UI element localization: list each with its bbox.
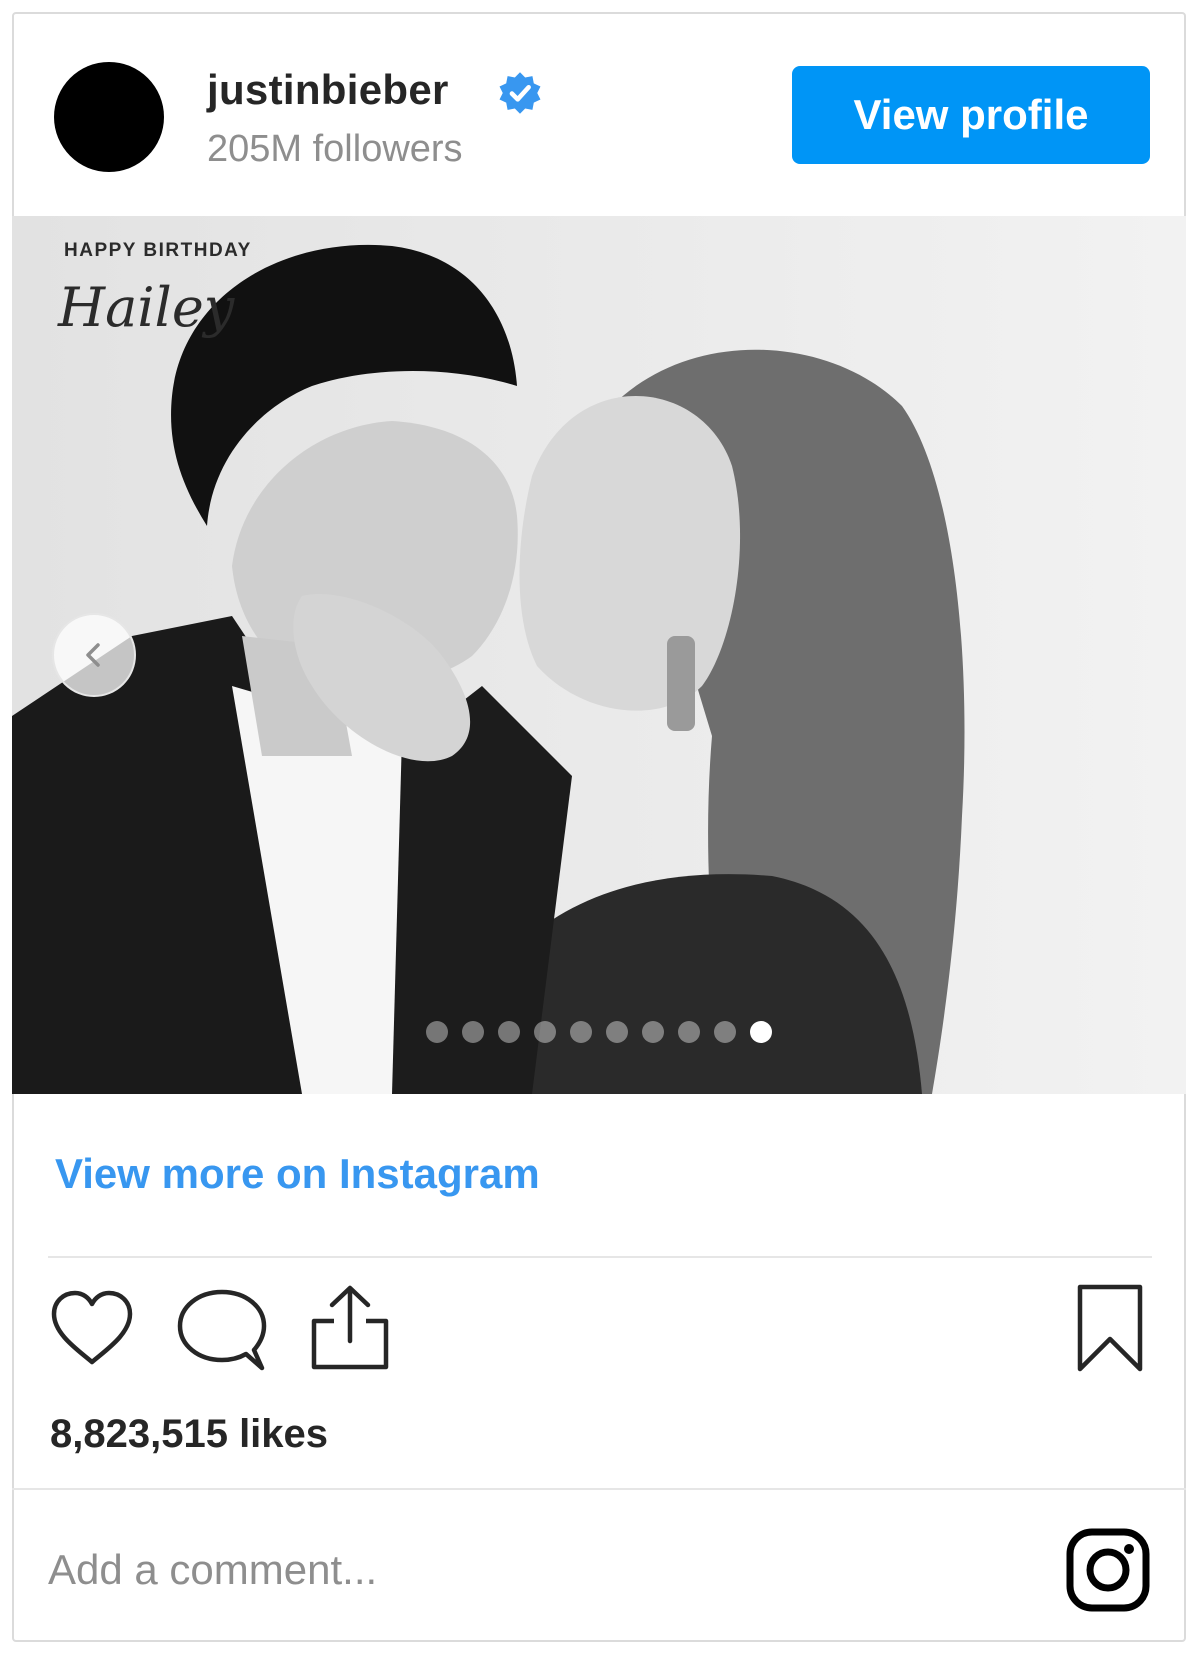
instagram-icon[interactable] bbox=[1066, 1528, 1150, 1612]
photo-overlay-title: HAPPY BIRTHDAY bbox=[64, 240, 252, 261]
carousel-dot bbox=[678, 1021, 700, 1043]
post-photo[interactable]: HAPPY BIRTHDAY Hailey bbox=[12, 216, 1186, 1094]
divider bbox=[12, 1488, 1186, 1490]
carousel-dot bbox=[642, 1021, 664, 1043]
share-icon[interactable] bbox=[308, 1283, 392, 1373]
divider bbox=[48, 1256, 1152, 1258]
carousel-dot bbox=[498, 1021, 520, 1043]
like-count[interactable]: 8,823,515 likes bbox=[50, 1412, 328, 1457]
chevron-left-icon bbox=[86, 643, 100, 667]
bookmark-icon[interactable] bbox=[1074, 1283, 1146, 1375]
comment-icon[interactable] bbox=[176, 1288, 268, 1372]
avatar[interactable] bbox=[54, 62, 164, 172]
username[interactable]: justinbieber bbox=[207, 66, 449, 114]
view-profile-button[interactable]: View profile bbox=[792, 66, 1150, 164]
carousel-dot bbox=[714, 1021, 736, 1043]
carousel-dot bbox=[426, 1021, 448, 1043]
photo-illustration: HAPPY BIRTHDAY Hailey bbox=[12, 216, 1186, 1094]
heart-icon[interactable] bbox=[48, 1288, 136, 1368]
photo-overlay-name: Hailey bbox=[57, 276, 236, 339]
carousel-dot bbox=[750, 1021, 772, 1043]
carousel-dot bbox=[534, 1021, 556, 1043]
follower-count: 205M followers bbox=[207, 128, 463, 170]
comment-input[interactable] bbox=[48, 1540, 948, 1600]
view-more-link[interactable]: View more on Instagram bbox=[55, 1150, 540, 1198]
verified-badge-icon bbox=[499, 72, 541, 114]
carousel-dot bbox=[462, 1021, 484, 1043]
carousel-dot bbox=[570, 1021, 592, 1043]
carousel-dot bbox=[606, 1021, 628, 1043]
carousel-indicator bbox=[426, 1021, 772, 1043]
carousel-prev-button[interactable] bbox=[52, 613, 136, 697]
